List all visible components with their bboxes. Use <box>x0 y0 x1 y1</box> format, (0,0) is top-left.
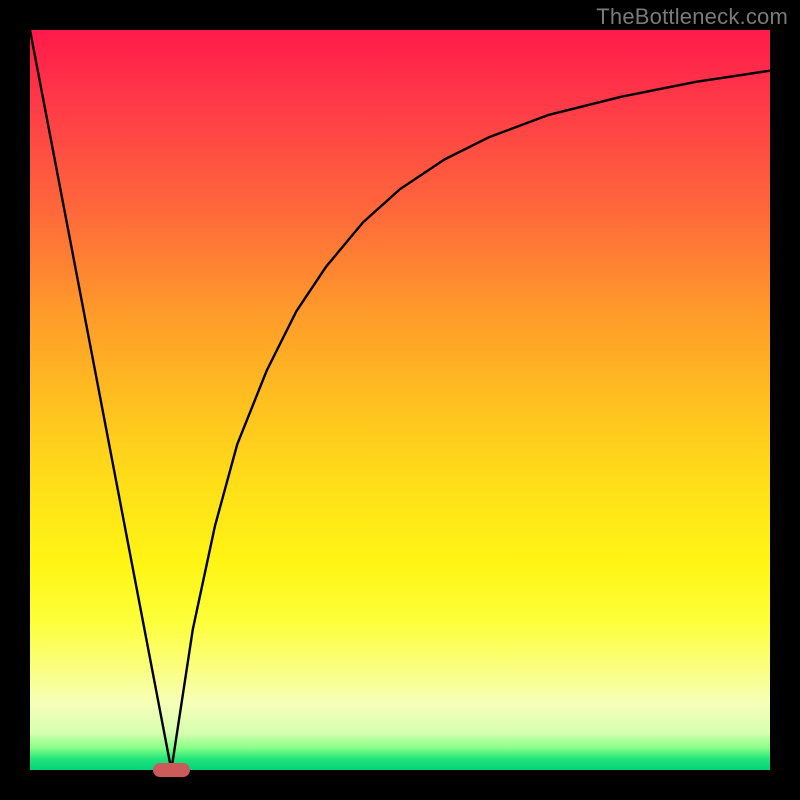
bottleneck-curve <box>30 30 770 770</box>
watermark-text: TheBottleneck.com <box>596 4 788 30</box>
optimal-marker <box>153 763 190 776</box>
plot-area <box>30 30 770 770</box>
chart-frame: TheBottleneck.com <box>0 0 800 800</box>
curve-layer <box>30 30 770 770</box>
